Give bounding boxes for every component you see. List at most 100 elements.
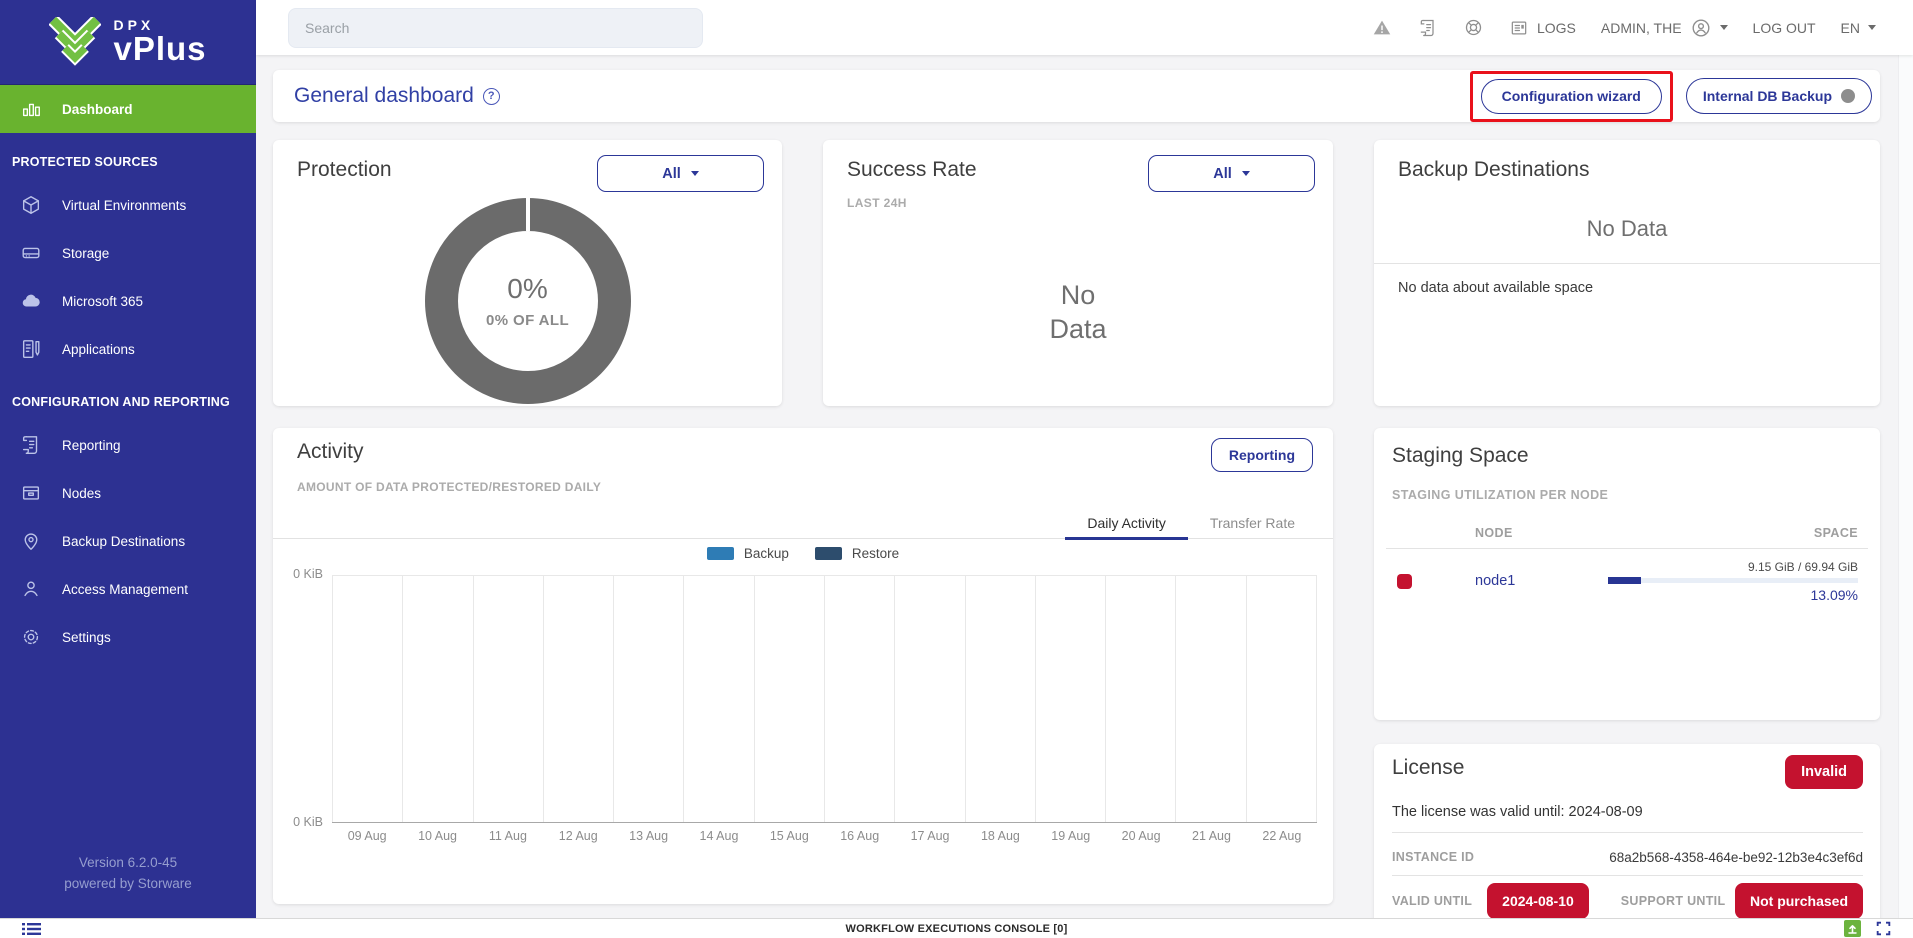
sidebar-item-label: Backup Destinations xyxy=(62,534,185,549)
protection-percent: 0% xyxy=(507,273,547,305)
nodes-icon xyxy=(19,481,43,505)
help-ring-icon[interactable] xyxy=(1463,17,1484,38)
scroll-icon xyxy=(19,433,43,457)
workflow-console-bar: WORKFLOW EXECUTIONS CONSOLE [0] xyxy=(0,918,1913,938)
gear-icon xyxy=(19,625,43,649)
brand-logo[interactable]: DPX vPlus xyxy=(0,0,256,85)
chart-legend: Backup Restore xyxy=(273,546,1333,561)
success-rate-title: Success Rate xyxy=(847,158,977,182)
logout-button[interactable]: LOG OUT xyxy=(1753,20,1816,36)
sidebar-item-virtual-environments[interactable]: Virtual Environments xyxy=(0,181,256,229)
staging-table-header: NODE SPACE xyxy=(1392,526,1858,540)
x-axis-label: 20 Aug xyxy=(1106,829,1176,843)
cloud-icon xyxy=(19,289,43,313)
sidebar-item-storage[interactable]: Storage xyxy=(0,229,256,277)
activity-subtitle: AMOUNT OF DATA PROTECTED/RESTORED DAILY xyxy=(297,480,601,494)
activity-tabs: Daily Activity Transfer Rate xyxy=(273,506,1333,539)
protection-donut-chart: 0% 0% OF ALL xyxy=(425,198,631,404)
instance-id-value: 68a2b568-4358-464e-be92-12b3e4c3ef6d xyxy=(1609,850,1863,865)
tab-daily-activity[interactable]: Daily Activity xyxy=(1065,506,1188,539)
cube-icon xyxy=(19,193,43,217)
success-rate-filter-dropdown[interactable]: All xyxy=(1148,155,1315,192)
staging-subtitle: STAGING UTILIZATION PER NODE xyxy=(1392,488,1608,502)
success-rate-subtitle: LAST 24H xyxy=(847,196,907,210)
sidebar-section-configuration-and-reporting: CONFIGURATION AND REPORTING xyxy=(0,373,256,421)
node-space-percent: 13.09% xyxy=(1811,587,1858,603)
alert-triangle-icon[interactable] xyxy=(1371,17,1393,39)
user-label: ADMIN, THE xyxy=(1601,20,1682,36)
search-input[interactable] xyxy=(288,8,703,48)
staging-node-row[interactable]: node1 9.15 GiB / 69.94 GiB 13.09% xyxy=(1397,554,1858,608)
topbar: LOGS ADMIN, THE LOG OUT EN xyxy=(256,0,1913,55)
node-name-link[interactable]: node1 xyxy=(1475,573,1515,589)
support-until-badge: Not purchased xyxy=(1735,883,1863,918)
sidebar-item-nodes[interactable]: Nodes xyxy=(0,469,256,517)
sidebar-item-settings[interactable]: Settings xyxy=(0,613,256,661)
license-message: The license was valid until: 2024-08-09 xyxy=(1392,804,1643,820)
x-axis-label: 09 Aug xyxy=(332,829,402,843)
chart-gridline-cell xyxy=(1036,576,1106,822)
page-title: General dashboard ? xyxy=(294,84,500,108)
chart-gridline-cell xyxy=(895,576,965,822)
protection-card: Protection All 0% 0% OF ALL xyxy=(273,140,782,406)
sidebar-item-applications[interactable]: Applications xyxy=(0,325,256,373)
chart-gridline-cell xyxy=(755,576,825,822)
internal-db-backup-label: Internal DB Backup xyxy=(1703,88,1832,104)
protection-filter-dropdown[interactable]: All xyxy=(597,155,764,192)
console-title: WORKFLOW EXECUTIONS CONSOLE [0] xyxy=(0,923,1913,935)
chart-gridline-cell xyxy=(614,576,684,822)
x-axis-label: 11 Aug xyxy=(473,829,543,843)
sidebar-item-label: Virtual Environments xyxy=(62,198,186,213)
audit-scroll-icon[interactable] xyxy=(1418,18,1438,38)
chart-gridline-cell xyxy=(403,576,473,822)
chart-gridline-cell xyxy=(332,576,403,822)
drive-icon xyxy=(19,241,43,265)
x-axis-label: 15 Aug xyxy=(754,829,824,843)
license-validity-row: VALID UNTIL 2024-08-10 SUPPORT UNTIL Not… xyxy=(1392,881,1863,918)
sidebar-item-reporting[interactable]: Reporting xyxy=(0,421,256,469)
internal-db-backup-button[interactable]: Internal DB Backup xyxy=(1686,78,1872,114)
help-icon[interactable]: ? xyxy=(483,88,500,105)
legend-item-restore: Restore xyxy=(815,546,899,561)
sidebar-item-label: Applications xyxy=(62,342,135,357)
sidebar-item-access-management[interactable]: Access Management xyxy=(0,565,256,613)
logs-button[interactable]: LOGS xyxy=(1509,18,1576,38)
sidebar-item-label: Reporting xyxy=(62,438,121,453)
annotation-highlight-box: Configuration wizard xyxy=(1470,71,1673,122)
sidebar-item-dashboard[interactable]: Dashboard xyxy=(0,85,256,133)
language-label: EN xyxy=(1841,20,1860,36)
column-header-node: NODE xyxy=(1475,526,1513,540)
x-axis-label: 14 Aug xyxy=(684,829,754,843)
tab-transfer-rate[interactable]: Transfer Rate xyxy=(1188,506,1317,539)
legend-label: Restore xyxy=(852,546,899,561)
version-number: Version 6.2.0-45 xyxy=(0,852,256,873)
no-data-line2: Data xyxy=(823,312,1333,346)
sidebar-item-microsoft-365[interactable]: Microsoft 365 xyxy=(0,277,256,325)
x-axis-label: 22 Aug xyxy=(1247,829,1317,843)
chart-gridline-cell xyxy=(1106,576,1176,822)
user-menu[interactable]: ADMIN, THE xyxy=(1601,17,1728,39)
scrollbar-track[interactable] xyxy=(1898,55,1913,918)
sidebar-item-backup-destinations[interactable]: Backup Destinations xyxy=(0,517,256,565)
x-axis-label: 18 Aug xyxy=(965,829,1035,843)
x-axis-labels: 09 Aug 10 Aug 11 Aug 12 Aug 13 Aug 14 Au… xyxy=(332,829,1317,843)
powered-by: powered by Storware xyxy=(0,873,256,894)
logs-icon xyxy=(1509,18,1529,38)
sidebar-item-label: Storage xyxy=(62,246,109,261)
map-pin-icon xyxy=(19,529,43,553)
valid-until-badge: 2024-08-10 xyxy=(1487,883,1589,918)
db-status-dot-icon xyxy=(1841,89,1855,103)
x-axis-label: 12 Aug xyxy=(543,829,613,843)
node-space-progressbar xyxy=(1608,578,1858,583)
version-info: Version 6.2.0-45 powered by Storware xyxy=(0,852,256,918)
license-instance-row: INSTANCE ID 68a2b568-4358-464e-be92-12b3… xyxy=(1392,841,1863,873)
sidebar-section-protected-sources: PROTECTED SOURCES xyxy=(0,133,256,181)
divider xyxy=(1392,875,1863,876)
chart-gridline-cell xyxy=(684,576,754,822)
configuration-wizard-button[interactable]: Configuration wizard xyxy=(1481,79,1662,114)
bar-chart-icon xyxy=(19,97,43,121)
language-menu[interactable]: EN xyxy=(1841,20,1876,36)
valid-until-label: VALID UNTIL xyxy=(1392,894,1472,908)
divider xyxy=(1392,832,1863,833)
reporting-button[interactable]: Reporting xyxy=(1211,438,1313,472)
